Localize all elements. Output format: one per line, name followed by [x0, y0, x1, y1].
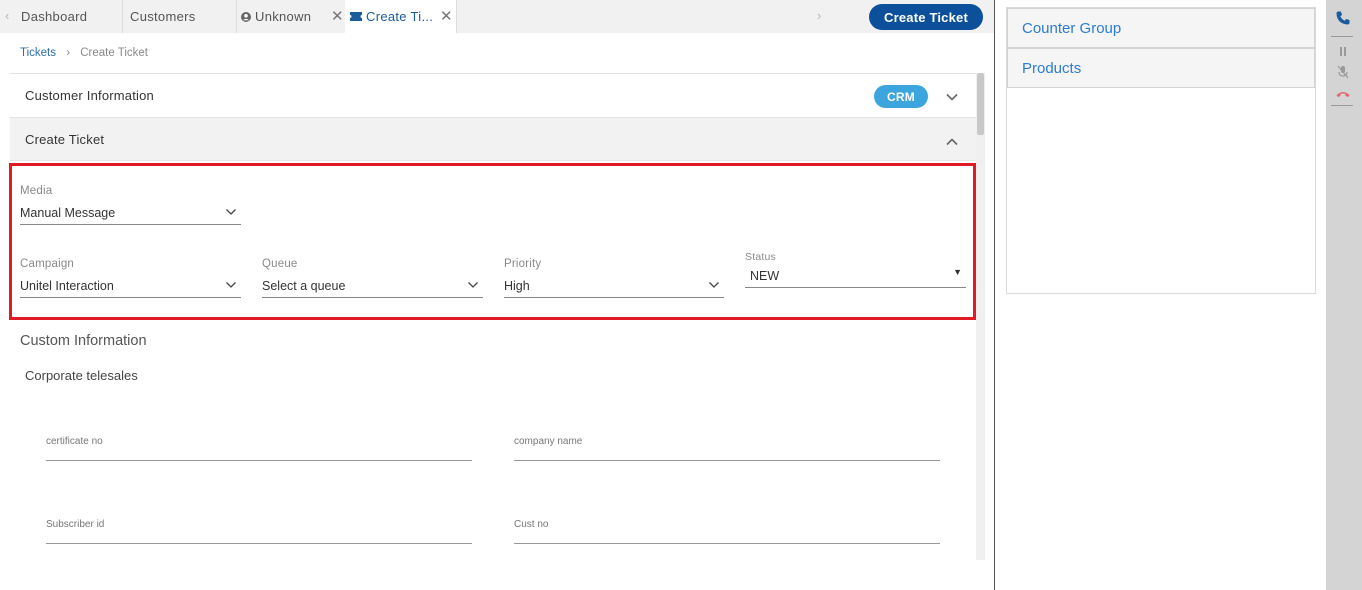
customer-information-header[interactable]: Customer Information CRM	[10, 73, 976, 117]
ticket-icon	[350, 12, 362, 21]
tab-label: Customers	[130, 9, 196, 24]
highlight-box	[9, 163, 976, 320]
crm-button[interactable]: CRM	[874, 85, 928, 108]
side-item-products[interactable]: Products	[1007, 48, 1315, 88]
company-name-label: company name	[514, 436, 583, 447]
mute-mic-icon[interactable]	[1335, 64, 1351, 80]
tab-label: Create Ti...	[366, 9, 434, 24]
certificate-no-label: certificate no	[46, 436, 103, 447]
breadcrumb-separator: ›	[66, 47, 71, 59]
phone-icon[interactable]	[1335, 10, 1351, 26]
tab-label: Dashboard	[21, 9, 88, 24]
chevron-left-icon[interactable]: ‹	[5, 8, 9, 23]
custom-group-title: Corporate telesales	[25, 368, 138, 383]
tab-customers[interactable]: Customers	[130, 0, 196, 33]
breadcrumb-tickets-link[interactable]: Tickets	[20, 47, 56, 59]
scrollbar-track[interactable]	[976, 73, 985, 560]
subscriber-id-label: Subscriber id	[46, 519, 105, 530]
close-icon[interactable]: ✕	[331, 7, 344, 25]
cust-no-input[interactable]	[514, 543, 940, 544]
company-name-input[interactable]	[514, 460, 940, 461]
vertical-divider	[994, 0, 995, 590]
custom-information-title: Custom Information	[20, 333, 147, 349]
chevron-down-icon[interactable]	[945, 90, 959, 104]
breadcrumb: Tickets › Create Ticket	[20, 47, 148, 59]
hang-up-icon[interactable]	[1335, 86, 1351, 102]
tab-separator	[122, 0, 123, 33]
cust-no-label: Cust no	[514, 519, 549, 530]
chevron-up-icon[interactable]	[945, 135, 959, 149]
create-ticket-header[interactable]: Create Ticket	[10, 117, 976, 161]
panel-title: Customer Information	[25, 88, 154, 103]
user-circle-icon	[241, 11, 251, 22]
pause-icon[interactable]	[1335, 44, 1351, 60]
close-icon[interactable]: ✕	[440, 7, 453, 25]
tab-unknown[interactable]: Unknown ✕	[241, 0, 345, 33]
tab-create-ticket[interactable]: Create Ti... ✕	[345, 0, 456, 33]
certificate-no-input[interactable]	[46, 460, 472, 461]
toolbar-separator	[1331, 105, 1353, 106]
toolbar-separator	[1331, 36, 1353, 37]
tab-bar: ‹ Dashboard Customers Unknown ✕ Create T…	[0, 0, 995, 33]
tab-label: Unknown	[255, 9, 312, 24]
subscriber-id-input[interactable]	[46, 543, 472, 544]
tab-separator	[456, 0, 457, 33]
create-ticket-button[interactable]: Create Ticket	[869, 4, 983, 30]
breadcrumb-current: Create Ticket	[80, 47, 148, 59]
side-item-counter-group[interactable]: Counter Group	[1007, 8, 1315, 48]
scrollbar-thumb[interactable]	[977, 73, 984, 135]
tab-dashboard[interactable]: Dashboard	[21, 0, 87, 33]
panel-title: Create Ticket	[25, 131, 105, 147]
tab-separator	[236, 0, 237, 33]
chevron-right-icon[interactable]: ›	[817, 8, 821, 23]
